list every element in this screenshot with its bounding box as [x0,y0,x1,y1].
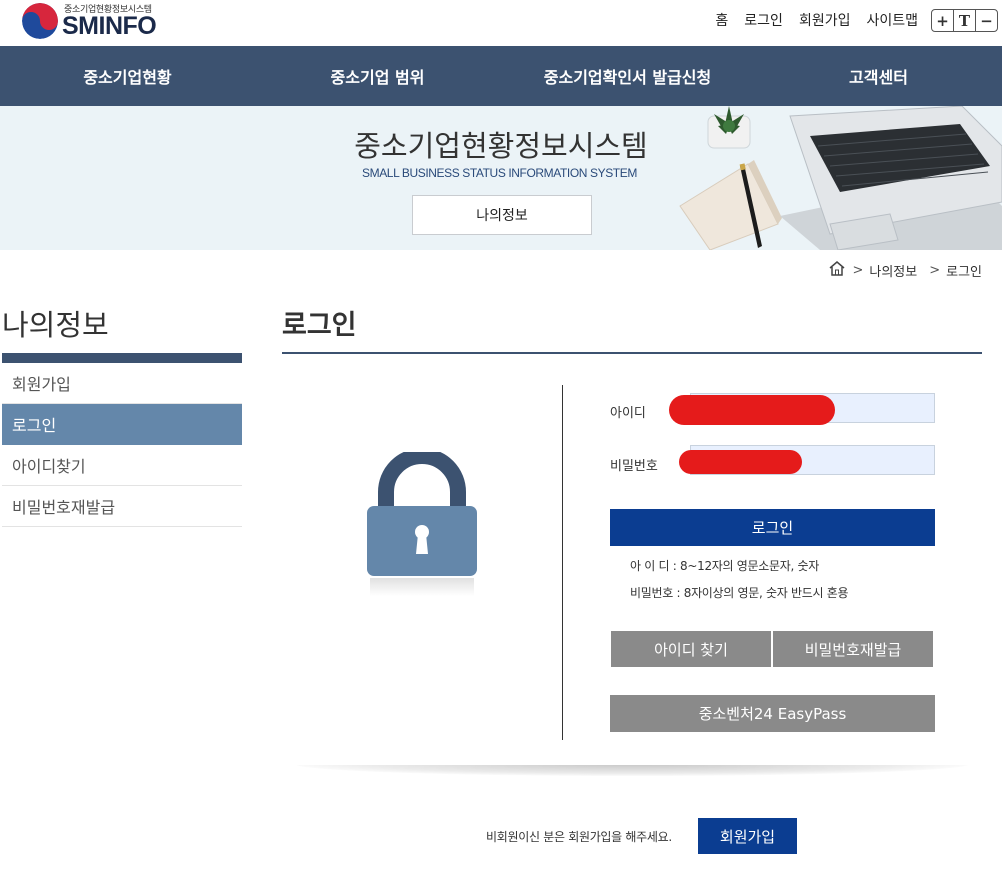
font-increase-button[interactable]: + [931,9,954,32]
signup-button[interactable]: 회원가입 [698,818,797,854]
utility-nav: 홈 로그인 회원가입 사이트맵 [715,10,918,30]
breadcrumb-item-login: 로그인 [946,264,982,280]
signup-prompt-text: 비회원이신 분은 회원가입을 해주세요. [486,830,672,844]
easypass-button[interactable]: 중소벤처24 EasyPass [610,695,935,732]
sidebar-nav: 회원가입 로그인 아이디찾기 비밀번호재발급 [2,353,242,527]
taegeuk-emblem-icon [22,3,58,39]
login-button[interactable]: 로그인 [610,509,935,546]
util-link-sitemap[interactable]: 사이트맵 [866,10,918,30]
util-link-login[interactable]: 로그인 [744,10,783,30]
main-nav: 중소기업현황 중소기업 범위 중소기업확인서 발급신청 고객센터 [0,46,1002,106]
sidebar-item-login[interactable]: 로그인 [2,404,242,445]
laptop-desk-illustration [679,106,1002,250]
reset-password-button[interactable]: 비밀번호재발급 [773,631,933,667]
font-decrease-button[interactable]: − [975,9,998,32]
password-redaction [679,450,802,474]
font-size-controls: + T − [931,9,998,32]
breadcrumb: > 나의정보 > 로그인 [828,260,982,280]
logo-wordmark: SMINFO [62,12,157,40]
banner-title-text: 중소기업현황정보시스템 [354,129,648,163]
site-logo[interactable]: 중소기업현황정보시스템 SMINFO [22,2,182,42]
home-icon[interactable] [828,260,846,280]
site-header: 중소기업현황정보시스템 SMINFO 홈 로그인 회원가입 사이트맵 + T − [0,0,1002,46]
util-link-signup[interactable]: 회원가입 [799,10,851,30]
sidebar-item-signup[interactable]: 회원가입 [2,363,242,404]
breadcrumb-separator: > [852,262,864,278]
id-redaction [669,395,835,425]
sidebar-title: 나의정보 [2,308,109,342]
sidebar-top-bar [2,353,242,363]
page-banner: 중소기업현황정보시스템 SMALL BUSINESS STATUS INFORM… [0,106,1002,250]
lock-icon [367,452,477,596]
sidebar-item-find-id[interactable]: 아이디찾기 [2,445,242,486]
login-panel-divider [562,385,563,740]
breadcrumb-separator: > [929,262,941,278]
nav-item-sme-status[interactable]: 중소기업현황 [0,46,255,106]
nav-item-customer-center[interactable]: 고객센터 [755,46,1002,106]
sidebar-item-reset-password[interactable]: 비밀번호재발급 [2,486,242,527]
id-label: 아이디 [610,406,646,421]
page-title: 로그인 [282,310,357,341]
font-reset-button[interactable]: T [953,9,976,32]
id-rule-hint: 아 이 디 : 8~12자의 영문소문자, 숫자 [630,559,819,573]
password-label: 비밀번호 [610,459,658,474]
password-rule-hint: 비밀번호 : 8자이상의 영문, 숫자 반드시 혼용 [630,586,849,600]
banner-subtitle: SMALL BUSINESS STATUS INFORMATION SYSTEM [362,166,637,180]
find-id-button[interactable]: 아이디 찾기 [611,631,771,667]
breadcrumb-item-my-info[interactable]: 나의정보 [869,261,917,280]
nav-item-sme-scope[interactable]: 중소기업 범위 [255,46,500,106]
nav-item-certificate-apply[interactable]: 중소기업확인서 발급신청 [500,46,755,106]
my-info-button[interactable]: 나의정보 [412,195,592,235]
util-link-home[interactable]: 홈 [715,10,728,30]
title-underline [282,352,982,354]
